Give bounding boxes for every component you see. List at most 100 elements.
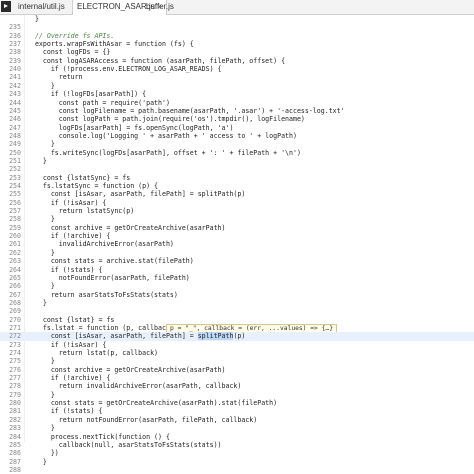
code-line[interactable]: 240 if (!process.env.ELECTRON_LOG_ASAR_R…: [0, 65, 474, 73]
code-line[interactable]: 278 return invalidArchiveError(asarPath,…: [0, 382, 474, 390]
code-text[interactable]: const path = require('path'): [27, 99, 170, 107]
code-text[interactable]: logFDs[asarPath] = fs.openSync(logPath, …: [27, 124, 234, 132]
code-text[interactable]: const logFDs = {}: [27, 48, 111, 56]
line-number[interactable]: 274: [0, 349, 21, 357]
code-editor[interactable]: } 235 236 // Override fs APIs. 237 exports.…: [0, 15, 474, 474]
tab-buffer[interactable]: buffer.js: [142, 0, 178, 14]
code-line[interactable]: 288: [0, 466, 474, 474]
line-number[interactable]: 244: [0, 99, 21, 107]
line-number[interactable]: 281: [0, 407, 21, 415]
line-number[interactable]: 243: [0, 90, 21, 98]
code-text[interactable]: exports.wrapFsWithAsar = function (fs) {: [27, 40, 194, 48]
line-number[interactable]: 245: [0, 107, 21, 115]
line-number[interactable]: 261: [0, 240, 21, 248]
code-text[interactable]: if (!stats) {: [27, 266, 103, 274]
code-text[interactable]: }: [27, 391, 55, 399]
code-text[interactable]: if (!process.env.ELECTRON_LOG_ASAR_READS…: [27, 65, 222, 73]
line-number[interactable]: 260: [0, 232, 21, 240]
code-text[interactable]: return asarStatsToFsStats(stats): [27, 291, 178, 299]
code-text[interactable]: const archive = getOrCreateArchive(asarP…: [27, 366, 226, 374]
code-text[interactable]: }: [27, 140, 55, 148]
code-line[interactable]: 279 }: [0, 391, 474, 399]
code-text[interactable]: // Override fs APIs.: [27, 32, 114, 40]
line-number[interactable]: 253: [0, 174, 21, 182]
line-number[interactable]: 241: [0, 73, 21, 81]
code-line[interactable]: 261 invalidArchiveError(asarPath): [0, 240, 474, 248]
line-number[interactable]: 287: [0, 458, 21, 466]
line-number[interactable]: 255: [0, 190, 21, 198]
code-line[interactable]: 282 return notFoundError(asarPath, fileP…: [0, 416, 474, 424]
code-text[interactable]: const {lstat} = fs: [27, 316, 114, 324]
line-number[interactable]: 256: [0, 199, 21, 207]
code-text[interactable]: }: [27, 282, 55, 290]
code-line[interactable]: 268 }: [0, 299, 474, 307]
line-number[interactable]: 277: [0, 374, 21, 382]
code-line[interactable]: 257 return lstatSync(p): [0, 207, 474, 215]
line-number[interactable]: 259: [0, 224, 21, 232]
line-number[interactable]: 271: [0, 324, 21, 332]
code-text[interactable]: invalidArchiveError(asarPath): [27, 240, 174, 248]
line-number[interactable]: 246: [0, 115, 21, 123]
line-number[interactable]: 266: [0, 282, 21, 290]
code-line[interactable]: 277 if (!archive) {: [0, 374, 474, 382]
line-number[interactable]: 280: [0, 399, 21, 407]
code-text[interactable]: if (!isAsar) {: [27, 199, 107, 207]
code-text[interactable]: console.log('Logging ' + asarPath + ' ac…: [27, 132, 297, 140]
tab-internal-util[interactable]: internal/util.js: [14, 0, 69, 14]
code-text[interactable]: }: [27, 299, 47, 307]
code-line[interactable]: 263 const stats = archive.stat(filePath): [0, 257, 474, 265]
line-number[interactable]: 239: [0, 57, 21, 65]
line-number[interactable]: 249: [0, 140, 21, 148]
line-number[interactable]: 247: [0, 124, 21, 132]
code-text[interactable]: const [isAsar, asarPath, filePath] = spl…: [27, 190, 246, 198]
code-text[interactable]: }: [27, 157, 47, 165]
code-line[interactable]: 274 return lstat(p, callback): [0, 349, 474, 357]
code-line[interactable]: 244 const path = require('path'): [0, 99, 474, 107]
code-text[interactable]: return invalidArchiveError(asarPath, cal…: [27, 382, 242, 390]
code-line[interactable]: 283 }: [0, 424, 474, 432]
line-number[interactable]: 235: [0, 23, 21, 31]
code-text[interactable]: fs.lstatSync = function (p) {: [27, 182, 158, 190]
code-line[interactable]: 238 const logFDs = {}: [0, 48, 474, 56]
code-line[interactable]: 267 return asarStatsToFsStats(stats): [0, 291, 474, 299]
code-text[interactable]: }: [27, 424, 55, 432]
line-number[interactable]: 252: [0, 165, 21, 173]
code-line[interactable]: 236 // Override fs APIs.: [0, 32, 474, 40]
code-text[interactable]: const {lstatSync} = fs: [27, 174, 130, 182]
code-text[interactable]: const logPath = path.join(require('os').…: [27, 115, 305, 123]
code-line[interactable]: }: [0, 15, 474, 23]
line-number[interactable]: 273: [0, 341, 21, 349]
code-text[interactable]: return notFoundError(asarPath, filePath,…: [27, 416, 258, 424]
line-number[interactable]: 248: [0, 132, 21, 140]
line-number[interactable]: 258: [0, 215, 21, 223]
code-line[interactable]: 269: [0, 307, 474, 315]
code-text[interactable]: return lstat(p, callback): [27, 349, 158, 357]
code-line[interactable]: 241 return: [0, 73, 474, 81]
code-text[interactable]: }: [27, 357, 55, 365]
code-line[interactable]: 243 if (!logFDs[asarPath]) {: [0, 90, 474, 98]
line-number[interactable]: 276: [0, 366, 21, 374]
code-line[interactable]: 259 const archive = getOrCreateArchive(a…: [0, 224, 474, 232]
code-text[interactable]: const stats = archive.stat(filePath): [27, 257, 194, 265]
code-line[interactable]: 284 process.nextTick(function () {: [0, 433, 474, 441]
code-text[interactable]: if (!logFDs[asarPath]) {: [27, 90, 146, 98]
line-number[interactable]: 283: [0, 424, 21, 432]
code-line[interactable]: 235: [0, 23, 474, 31]
line-number[interactable]: 240: [0, 65, 21, 73]
line-number[interactable]: 250: [0, 149, 21, 157]
line-number[interactable]: 278: [0, 382, 21, 390]
code-text[interactable]: return: [27, 73, 83, 81]
code-line[interactable]: 258 }: [0, 215, 474, 223]
code-line[interactable]: 242 }: [0, 82, 474, 90]
line-number[interactable]: 268: [0, 299, 21, 307]
code-text[interactable]: if (!archive) {: [27, 232, 111, 240]
code-text[interactable]: }: [27, 82, 55, 90]
line-number[interactable]: 284: [0, 433, 21, 441]
line-number[interactable]: 254: [0, 182, 21, 190]
code-line[interactable]: 248 console.log('Logging ' + asarPath + …: [0, 132, 474, 140]
line-number[interactable]: 265: [0, 274, 21, 282]
line-number[interactable]: 267: [0, 291, 21, 299]
line-number[interactable]: 285: [0, 441, 21, 449]
code-text[interactable]: }: [27, 458, 47, 466]
code-line[interactable]: 271 fs.lstat = function (p, callback) {p…: [0, 323, 474, 334]
